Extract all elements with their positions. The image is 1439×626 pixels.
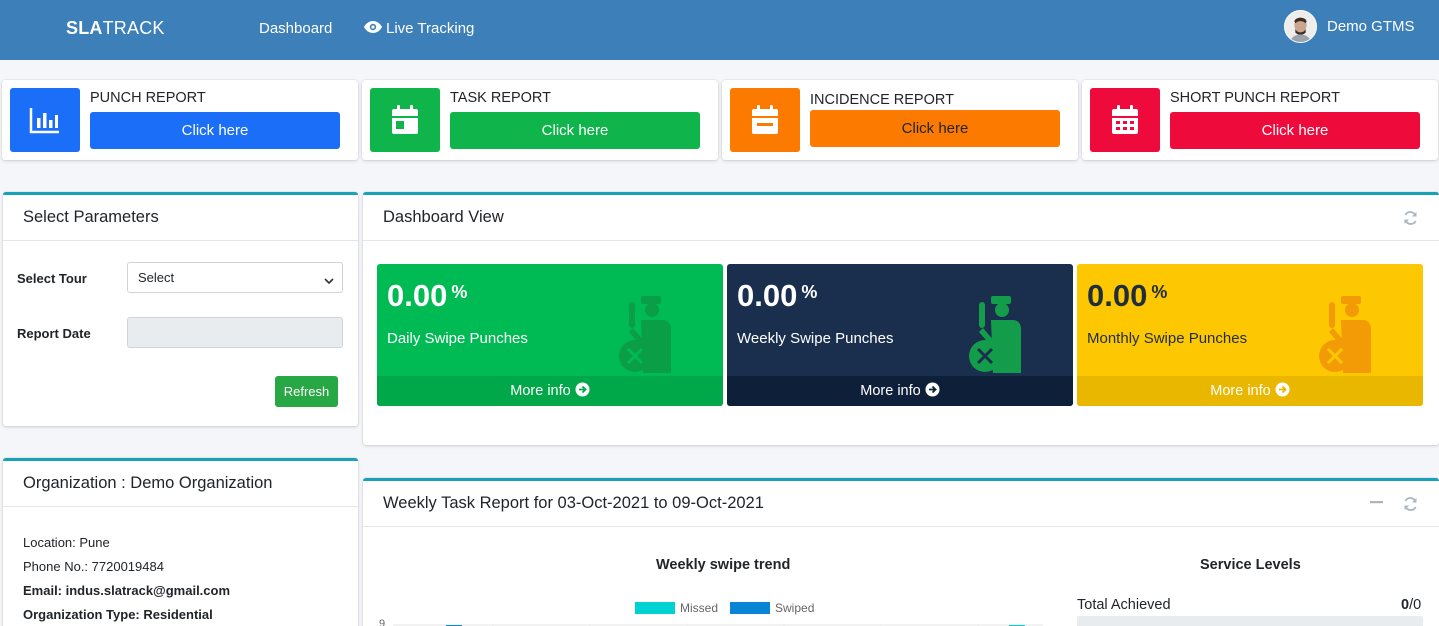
punch-report-card: PUNCH REPORT Click here	[2, 80, 358, 160]
monthly-swipe-label: Monthly Swipe Punches	[1087, 330, 1248, 347]
weekly-swipe-value: 0.00%	[737, 278, 818, 313]
task-report-card: TASK REPORT Click here	[362, 80, 718, 160]
calendar-minus-icon	[730, 88, 800, 152]
daily-swipe-more-info-link[interactable]: More info	[377, 376, 723, 406]
dashboard-view-title: Dashboard View	[363, 195, 1439, 241]
eye-icon	[364, 20, 382, 37]
calendar-day-icon	[370, 88, 440, 152]
select-tour-dropdown[interactable]: Select	[127, 262, 343, 293]
arrow-circle-right-icon	[925, 382, 940, 401]
bar-chart-icon	[10, 88, 80, 152]
nav-live-tracking-label: Live Tracking	[386, 20, 475, 37]
incidence-report-title: INCIDENCE REPORT	[810, 92, 954, 108]
total-achieved-label: Total Achieved	[1077, 597, 1171, 613]
punch-report-button[interactable]: Click here	[90, 112, 340, 149]
daily-swipe-label: Daily Swipe Punches	[387, 330, 528, 347]
monthly-swipe-value: 0.00%	[1087, 278, 1168, 313]
legend-swiped-label: Swiped	[775, 601, 815, 615]
top-navbar: SLATRACK Dashboard Live Tracking Demo GT…	[0, 0, 1439, 60]
incidence-report-card: INCIDENCE REPORT Click here	[722, 80, 1078, 160]
incidence-report-button[interactable]: Click here	[810, 110, 1060, 147]
minus-icon[interactable]	[1370, 495, 1383, 514]
arrow-circle-right-icon	[1275, 382, 1290, 401]
short-punch-report-button[interactable]: Click here	[1170, 112, 1420, 149]
total-achieved-value: 0/0	[1401, 597, 1422, 613]
refresh-button[interactable]: Refresh	[275, 376, 338, 407]
select-tour-value: Select	[138, 270, 175, 285]
organization-panel: Organization : Demo Organization Locatio…	[3, 458, 358, 626]
arrow-circle-right-icon	[575, 382, 590, 401]
punch-report-title: PUNCH REPORT	[90, 90, 206, 106]
short-punch-report-title: SHORT PUNCH REPORT	[1170, 90, 1340, 106]
y-tick-label: 9	[379, 618, 385, 626]
service-levels-title: Service Levels	[1200, 557, 1301, 573]
user-menu[interactable]: Demo GTMS	[1284, 10, 1415, 43]
weekly-swipe-more-info-link[interactable]: More info	[727, 376, 1073, 406]
nav-dashboard-link[interactable]: Dashboard	[259, 20, 332, 37]
guard-icon	[1317, 294, 1381, 383]
select-parameters-panel: Select Parameters Select Tour Select Rep…	[3, 192, 358, 426]
refresh-icon[interactable]	[1403, 211, 1418, 230]
chevron-down-icon	[324, 273, 334, 288]
org-email: Email: indus.slatrack@gmail.com	[23, 583, 231, 598]
report-date-label: Report Date	[17, 326, 91, 341]
total-achieved-progress	[1077, 616, 1423, 626]
daily-swipe-value: 0.00%	[387, 278, 468, 313]
user-name: Demo GTMS	[1327, 18, 1415, 35]
monthly-swipe-more-info-link[interactable]: More info	[1077, 376, 1423, 406]
organization-title: Organization : Demo Organization	[3, 461, 358, 507]
weekly-task-report-title: Weekly Task Report for 03-Oct-2021 to 09…	[363, 481, 1439, 527]
weekly-task-report-panel: Weekly Task Report for 03-Oct-2021 to 09…	[363, 478, 1439, 626]
legend-missed-swatch	[635, 602, 675, 614]
avatar	[1284, 10, 1317, 43]
calendar-grid-icon	[1090, 88, 1160, 152]
legend-swiped-swatch	[730, 602, 771, 614]
weekly-swipe-box: 0.00% Weekly Swipe Punches More info	[727, 264, 1073, 406]
guard-icon	[967, 294, 1031, 383]
brand-logo[interactable]: SLATRACK	[66, 18, 165, 39]
daily-swipe-box: 0.00% Daily Swipe Punches More info	[377, 264, 723, 406]
legend-missed-label: Missed	[680, 601, 719, 615]
task-report-button[interactable]: Click here	[450, 112, 700, 149]
org-location: Location: Pune	[23, 535, 110, 550]
select-tour-label: Select Tour	[17, 271, 87, 286]
short-punch-report-card: SHORT PUNCH REPORT Click here	[1082, 80, 1438, 160]
dashboard-view-panel: Dashboard View 0.00% Daily Swipe Punches…	[363, 192, 1439, 445]
weekly-swipe-trend-title: Weekly swipe trend	[656, 557, 791, 573]
weekly-swipe-chart: 9	[379, 618, 1043, 626]
chart-legend: Missed Swiped	[635, 601, 814, 615]
org-type: Organization Type: Residential	[23, 607, 213, 622]
guard-icon	[617, 294, 681, 383]
task-report-title: TASK REPORT	[450, 90, 551, 106]
refresh-icon[interactable]	[1403, 497, 1418, 516]
org-phone: Phone No.: 7720019484	[23, 559, 164, 574]
weekly-swipe-label: Weekly Swipe Punches	[737, 330, 894, 347]
select-parameters-title: Select Parameters	[3, 195, 358, 241]
report-date-input[interactable]	[127, 317, 343, 348]
monthly-swipe-box: 0.00% Monthly Swipe Punches More info	[1077, 264, 1423, 406]
nav-live-tracking-link[interactable]: Live Tracking	[364, 20, 474, 37]
